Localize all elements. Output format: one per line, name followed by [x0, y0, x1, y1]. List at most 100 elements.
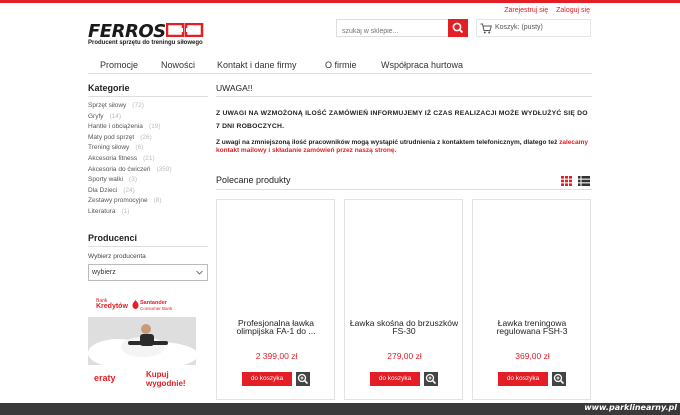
product-card[interactable]: Profesjonalna ławka olimpijska FA-1 do .…	[216, 199, 335, 400]
category-name: Dla Dzieci	[88, 186, 118, 194]
producer-select[interactable]: wybierz	[88, 264, 208, 281]
producers-label: Wybierz producenta	[88, 253, 146, 260]
category-item[interactable]: Hantle i obciążenia (19)	[88, 123, 208, 134]
category-count: (3)	[129, 176, 137, 184]
main-nav: Promocje Nowości Kontakt i dane firmy O …	[88, 58, 592, 74]
category-name: Zestawy promocyjne	[88, 197, 148, 205]
santander-flame-icon	[132, 300, 139, 309]
category-name: Gryfy	[88, 112, 104, 120]
banner-slogan: Kupuj wygodnie!	[146, 370, 186, 388]
category-item[interactable]: Maty pod sprzęt (26)	[88, 134, 208, 145]
featured-header: Polecane produkty	[216, 173, 592, 190]
category-name: Literatura	[88, 207, 116, 215]
banner-krd-logo: Bank Kredytów	[96, 298, 128, 310]
category-item[interactable]: Trening siłowy (6)	[88, 144, 208, 155]
category-name: Trening siłowy	[88, 144, 130, 152]
watermark: www.parklinearny.pl	[584, 403, 677, 412]
category-name: Akcesoria do ćwiczeń	[88, 165, 151, 173]
notice-contact-text: Z uwagi na zmniejszoną ilość pracowników…	[216, 139, 592, 155]
banner-eraty-logo: eraty	[94, 373, 116, 383]
page: Zarejestruj się Zaloguj się FERROS Produ…	[0, 3, 680, 403]
category-count: (72)	[132, 102, 144, 109]
category-item[interactable]: Sporty walki (3)	[88, 176, 208, 187]
cart-button[interactable]: Koszyk: (pusty)	[476, 19, 591, 37]
product-card[interactable]: Ławka treningowa regulowana FSH-3 369,00…	[472, 199, 591, 400]
banner-image	[88, 317, 196, 365]
account-links: Zarejestruj się Zaloguj się	[498, 7, 590, 14]
add-to-cart-button[interactable]: do koszyka	[242, 372, 292, 386]
product-price: 2 399,00 zł	[255, 351, 298, 361]
footer-bar: www.parklinearny.pl	[0, 403, 680, 415]
add-to-cart-button[interactable]: do koszyka	[498, 372, 548, 386]
nav-item-o-firmie[interactable]: O firmie	[325, 60, 357, 70]
nav-item-wspolpraca[interactable]: Współpraca hurtowa	[381, 60, 463, 70]
cart-label: Koszyk: (pusty)	[495, 24, 543, 31]
category-count: (1)	[121, 207, 130, 215]
category-list: Sprzęt siłowy (72) Gryfy (14) Hantle i obc…	[88, 102, 208, 219]
category-count: (359)	[156, 165, 172, 173]
page-container: Zarejestruj się Zaloguj się FERROS Produ…	[88, 3, 592, 403]
nav-item-promocje[interactable]: Promocje	[100, 60, 138, 70]
producers-title: Producenci	[88, 233, 208, 247]
category-name: Maty pod sprzęt	[88, 133, 135, 141]
notice-title: UWAGA!!	[216, 83, 592, 97]
category-name: Sprzęt siłowy	[88, 102, 127, 109]
category-item[interactable]: Akcesoria fitness (21)	[88, 155, 208, 166]
quick-view-button[interactable]	[552, 372, 566, 386]
register-link[interactable]: Zarejestruj się	[504, 7, 548, 14]
product-name[interactable]: Profesjonalna ławka olimpijska FA-1 do .…	[221, 319, 331, 336]
category-name: Hantle i obciążenia	[88, 123, 143, 131]
banner-footer: eraty Kupuj wygodnie!	[88, 365, 196, 395]
eraty-banner[interactable]: Bank Kredytów Santander Consumer Bank er…	[88, 295, 196, 395]
product-card[interactable]: Ławka skośna do brzuszków FS-30 279,00 z…	[344, 199, 463, 400]
producers-section: Producenci Wybierz producenta wybierz	[88, 233, 208, 281]
cart-icon	[480, 23, 492, 34]
category-count: (24)	[123, 186, 135, 194]
search-box	[336, 19, 468, 40]
category-count: (19)	[148, 123, 161, 131]
nav-item-nowosci[interactable]: Nowości	[161, 60, 195, 70]
sidebar: Kategorie Sprzęt siłowy (72) Gryfy (14) Ha…	[88, 83, 208, 395]
banner-header: Bank Kredytów Santander Consumer Bank	[88, 295, 196, 317]
category-item[interactable]: Zestawy promocyjne (8)	[88, 197, 208, 208]
category-count: (6)	[135, 144, 144, 152]
category-count: (8)	[153, 197, 162, 205]
category-item[interactable]: Gryfy (14)	[88, 113, 208, 124]
zoom-icon	[553, 373, 565, 385]
search-input[interactable]	[337, 23, 447, 40]
nav-item-kontakt[interactable]: Kontakt i dane firmy	[217, 60, 297, 70]
quick-view-button[interactable]	[424, 372, 438, 386]
product-name[interactable]: Ławka skośna do brzuszków FS-30	[349, 319, 459, 336]
category-count: (21)	[143, 154, 155, 162]
zoom-icon	[297, 373, 309, 385]
featured-title: Polecane produkty	[216, 175, 291, 185]
product-name[interactable]: Ławka treningowa regulowana FSH-3	[477, 319, 587, 336]
category-name: Akcesoria fitness	[88, 154, 138, 162]
quick-view-button[interactable]	[296, 372, 310, 386]
product-price: 369,00 zł	[515, 351, 550, 361]
category-count: (14)	[109, 112, 122, 120]
notice-delay-text: Z UWAGI NA WZMOŻONĄ ILOŚĆ ZAMÓWIEŃ INFOR…	[216, 110, 588, 130]
categories-title: Kategorie	[88, 83, 208, 97]
banner-santander-logo: Santander Consumer Bank	[140, 300, 173, 311]
category-name: Sporty walki	[88, 176, 124, 184]
category-item[interactable]: Akcesoria do ćwiczeń (359)	[88, 166, 208, 177]
logo-mark-icon	[166, 23, 204, 37]
notice-contact-part1: Z uwagi na zmniejszoną ilość pracowników…	[216, 139, 560, 146]
zoom-icon	[425, 373, 437, 385]
login-link[interactable]: Zaloguj się	[556, 7, 590, 14]
category-item[interactable]: Dla Dzieci (24)	[88, 187, 208, 198]
logo-subtitle: Producent sprzętu do treningu siłowego	[88, 40, 203, 46]
logo-text: FERROS	[88, 21, 166, 42]
product-price: 279,00 zł	[387, 351, 422, 361]
search-button[interactable]	[448, 19, 468, 37]
category-item[interactable]: Literatura (1)	[88, 208, 208, 219]
list-view-icon[interactable]	[578, 176, 590, 186]
logo[interactable]: FERROS Producent sprzętu do treningu sił…	[88, 21, 208, 49]
category-item[interactable]: Sprzęt siłowy (72)	[88, 102, 208, 113]
chevron-down-icon	[196, 270, 203, 275]
grid-view-icon[interactable]	[561, 176, 572, 186]
category-count: (26)	[140, 133, 152, 141]
add-to-cart-button[interactable]: do koszyka	[370, 372, 420, 386]
main-content: UWAGA!! Z UWAGI NA WZMOŻONĄ ILOŚĆ ZAMÓWI…	[216, 83, 592, 155]
